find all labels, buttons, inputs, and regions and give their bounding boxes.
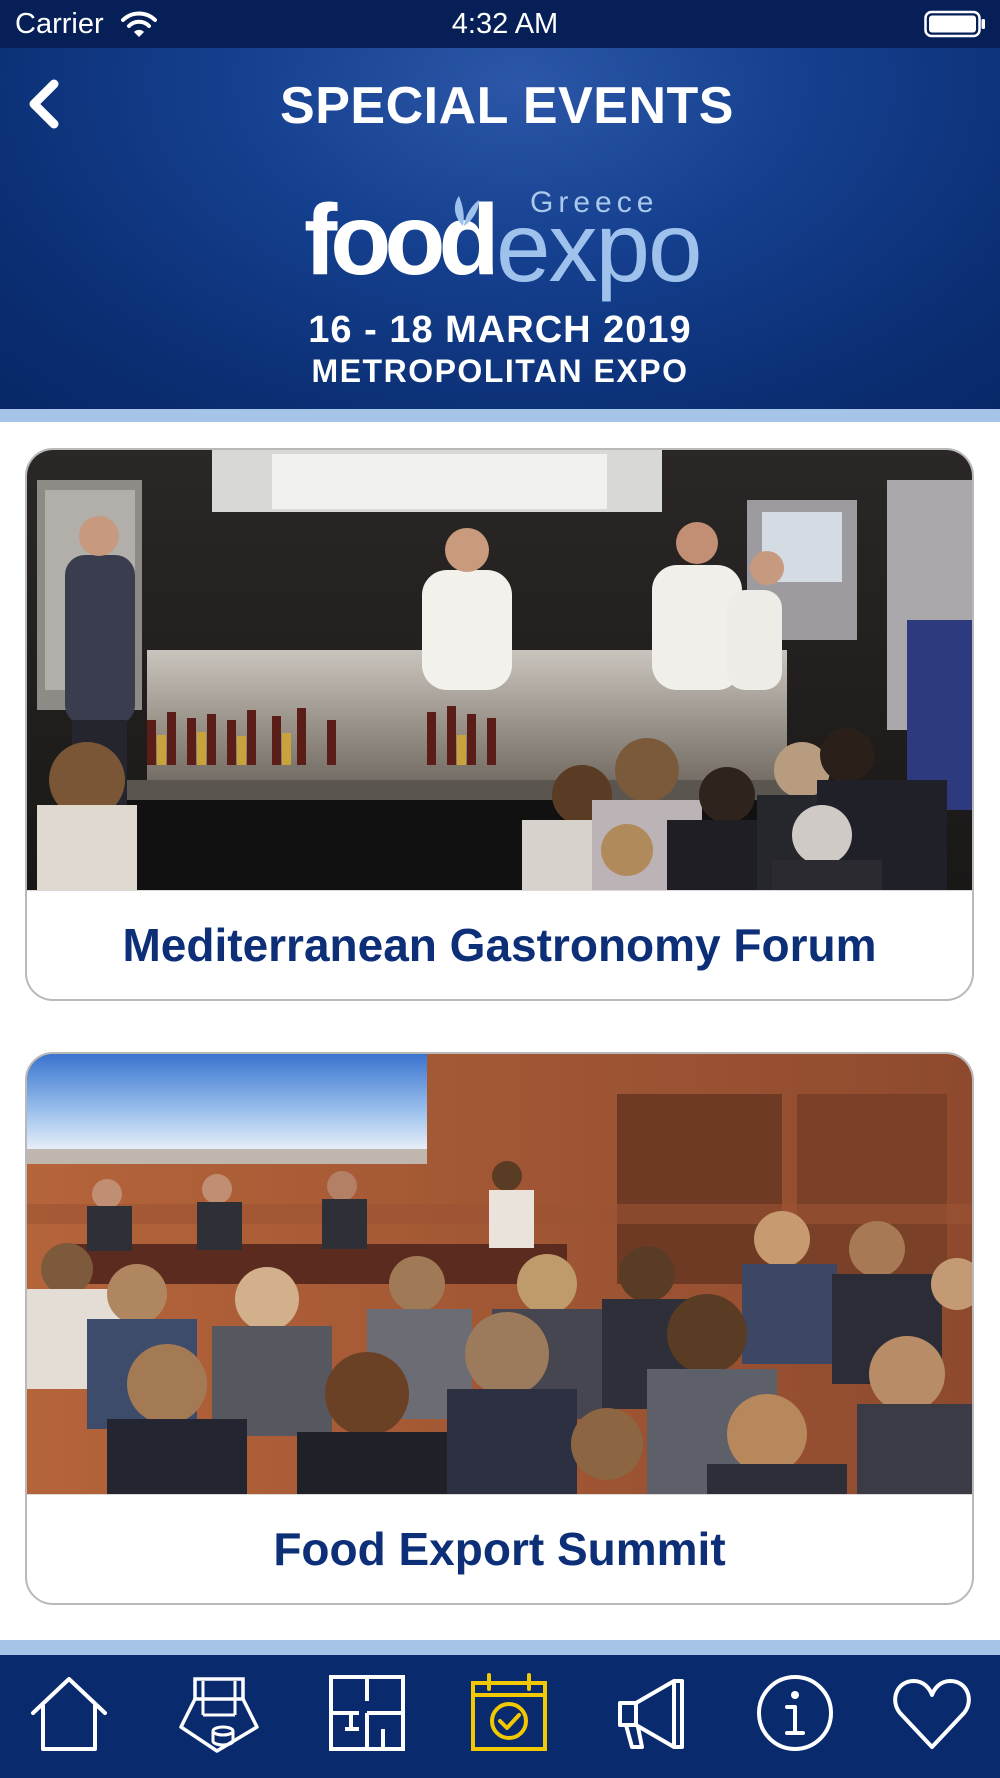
- event-card[interactable]: Mediterranean Gastronomy Forum: [25, 448, 974, 1001]
- tab-exhibitors[interactable]: [152, 1655, 282, 1778]
- tab-announcements[interactable]: [585, 1655, 715, 1778]
- booth-icon: [179, 1677, 259, 1753]
- status-time: 4:32 AM: [451, 8, 559, 40]
- event-title: Mediterranean Gastronomy Forum: [27, 890, 972, 999]
- tab-floor-plan[interactable]: [300, 1655, 430, 1778]
- tab-info[interactable]: [728, 1655, 858, 1778]
- tab-favorites[interactable]: [865, 1655, 995, 1778]
- chef-cooking-demonstration-photo: [27, 450, 972, 890]
- event-card[interactable]: Food Export Summit: [25, 1052, 974, 1605]
- event-dates: 16 - 18 MARCH 2019: [308, 309, 692, 351]
- calendar-check-icon: [471, 1673, 547, 1751]
- home-icon: [31, 1677, 107, 1751]
- logo-country: Greece: [530, 186, 659, 219]
- tab-home[interactable]: [2, 1655, 132, 1778]
- event-title: Food Export Summit: [27, 1494, 972, 1603]
- info-icon: [757, 1675, 833, 1751]
- megaphone-icon: [618, 1679, 684, 1749]
- floor-plan-icon: [329, 1675, 405, 1751]
- header: Carrier 4:32 AM SPECIAL EVENTS food expo…: [0, 0, 1000, 409]
- heart-icon: [893, 1679, 971, 1749]
- battery-icon: [924, 10, 985, 38]
- leaf-icon: [454, 196, 479, 226]
- foodexpo-logo: food expo Greece: [300, 186, 703, 302]
- tab-bar: [0, 1655, 1000, 1778]
- status-bar: Carrier 4:32 AM: [0, 0, 1000, 48]
- conference-audience-photo: [27, 1054, 972, 1494]
- event-venue: METROPOLITAN EXPO: [311, 353, 689, 389]
- tabbar-divider: [0, 1640, 1000, 1655]
- header-divider: [0, 409, 1000, 422]
- tab-events[interactable]: [442, 1655, 572, 1778]
- page-title: SPECIAL EVENTS: [280, 77, 734, 135]
